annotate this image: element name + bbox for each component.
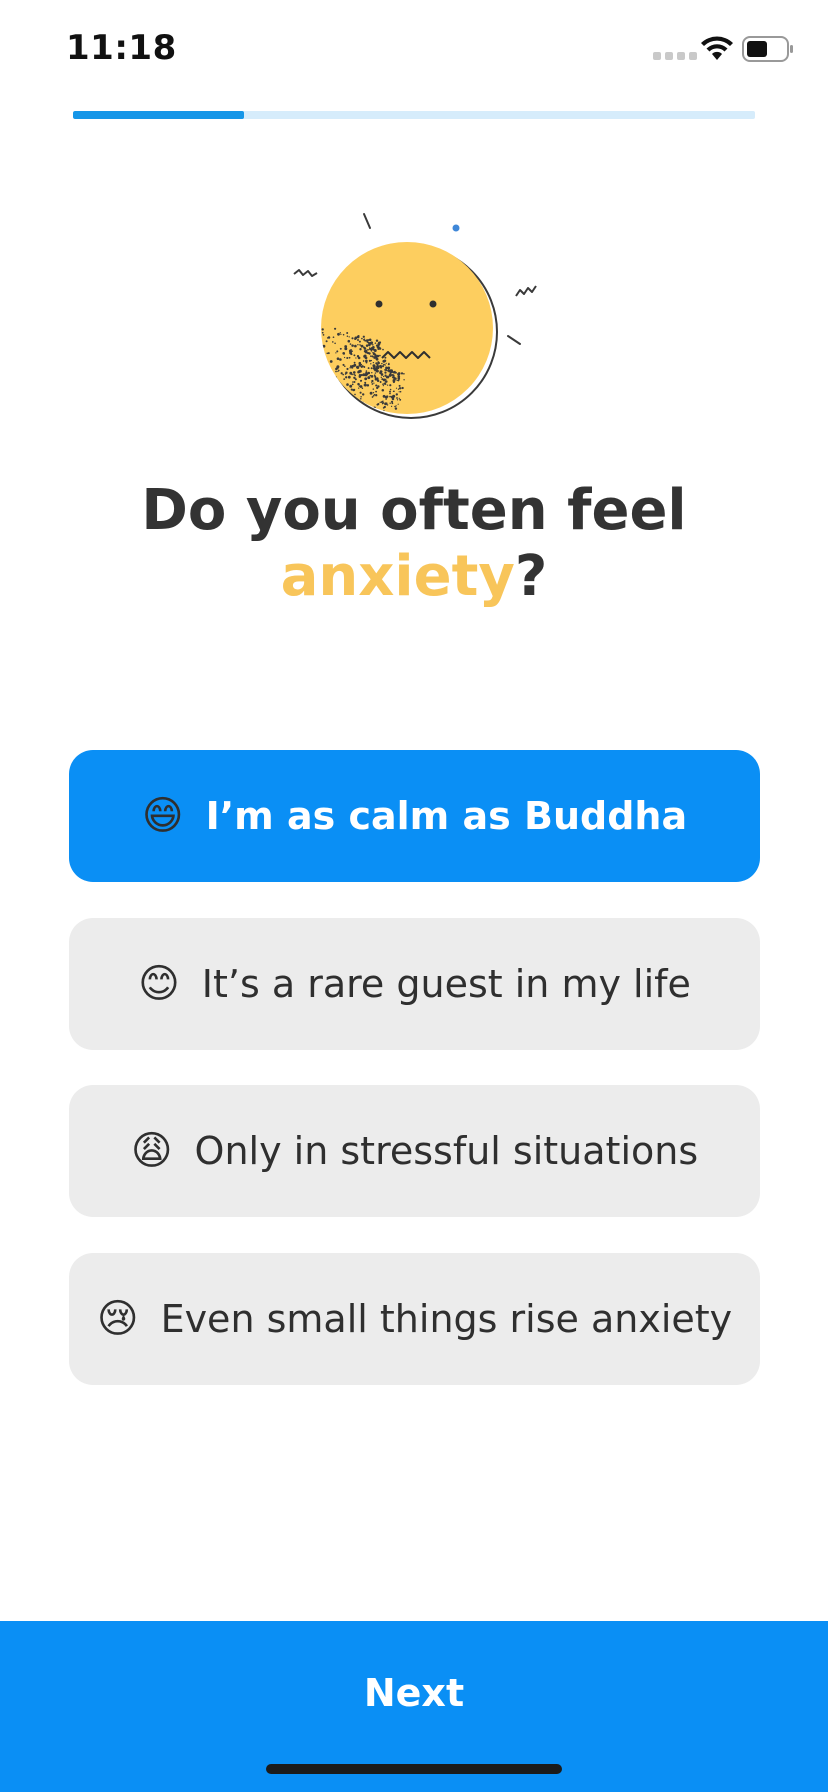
option-label: Only in stressful situations: [194, 1129, 699, 1173]
question-highlight: anxiety: [280, 544, 515, 609]
status-time: 11:18: [66, 28, 177, 68]
question-title: Do you often feel anxiety?: [0, 478, 828, 610]
cellular-signal-icon: [653, 52, 697, 60]
crying-face-emoji-icon: 😢: [96, 1296, 139, 1342]
status-bar: 11:18: [0, 0, 828, 100]
wifi-icon: [701, 36, 733, 60]
grinning-face-emoji-icon: 😄: [141, 793, 184, 839]
option-label: I’m as calm as Buddha: [205, 794, 688, 838]
progress-bar: [73, 111, 755, 119]
home-indicator: [266, 1764, 562, 1774]
option-calm-as-buddha[interactable]: 😄 I’m as calm as Buddha: [69, 750, 760, 882]
option-stressful-situations[interactable]: 😩 Only in stressful situations: [69, 1085, 760, 1217]
next-button[interactable]: Next: [0, 1621, 828, 1792]
anxious-face-illustration: [293, 213, 537, 419]
weary-face-emoji-icon: 😩: [130, 1128, 173, 1174]
smiling-face-emoji-icon: 😊: [138, 961, 180, 1007]
question-suffix: ?: [514, 544, 548, 609]
battery-icon: [742, 36, 793, 62]
question-title-line-1: Do you often feel: [141, 478, 687, 543]
question-title-line-2: anxiety?: [0, 544, 828, 610]
option-rare-guest[interactable]: 😊 It’s a rare guest in my life: [69, 918, 760, 1050]
next-button-label: Next: [363, 1671, 465, 1715]
progress-bar-fill: [73, 111, 244, 119]
option-label: Even small things rise anxiety: [160, 1297, 733, 1341]
option-label: It’s a rare guest in my life: [201, 962, 691, 1006]
option-small-things[interactable]: 😢 Even small things rise anxiety: [69, 1253, 760, 1385]
